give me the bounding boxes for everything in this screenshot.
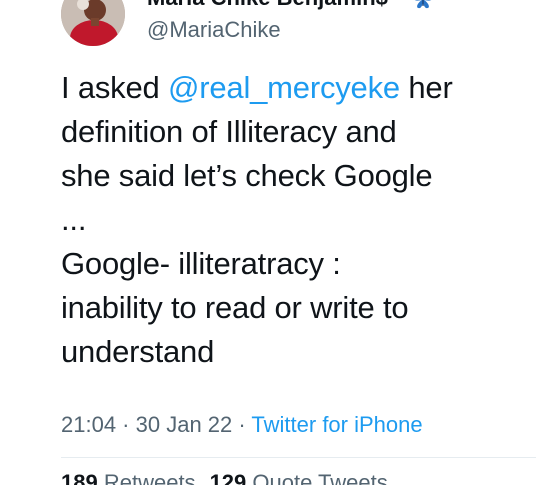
profile-photo: [61, 0, 125, 46]
retweets-label: Retweets: [103, 470, 196, 485]
mention-link[interactable]: @real_mercyeke: [168, 70, 400, 105]
divider: [61, 457, 536, 458]
tweet-stats: 189 Retweets 129 Quote Tweets: [61, 468, 388, 485]
retweets-stat[interactable]: 189 Retweets: [61, 470, 196, 485]
tweet-line-4: ...: [61, 202, 87, 237]
tweet-line-1: I asked @real_mercyeke her: [61, 66, 531, 110]
tweet-time[interactable]: 21:04: [61, 412, 116, 437]
tweet-line-7: understand: [61, 334, 215, 369]
tweet-line-1-suffix: her: [399, 70, 453, 105]
tweet-source-link[interactable]: Twitter for iPhone: [251, 412, 422, 437]
quotes-count: 129: [209, 470, 247, 485]
avatar[interactable]: [61, 0, 125, 46]
author-handle[interactable]: @MariaChike: [147, 17, 281, 43]
quotes-label: Quote Tweets: [252, 470, 388, 485]
tweet-line-6: inability to read or write to: [61, 290, 409, 325]
tweet-line-5: Google- illiteratracy :: [61, 246, 341, 281]
tweet-meta: 21:04 · 30 Jan 22 · Twitter for iPhone: [61, 410, 423, 440]
tweet-text: I asked @real_mercyeke her definition of…: [61, 66, 531, 374]
retweets-count: 189: [61, 470, 98, 485]
butterfly-icon: [414, 0, 432, 9]
author-display-name[interactable]: Maria Chike Benjamin$: [147, 0, 388, 10]
tweet-line-3: she said let’s check Google: [61, 158, 433, 193]
quotes-stat[interactable]: 129 Quote Tweets: [210, 470, 388, 485]
tweet-date[interactable]: 30 Jan 22: [136, 412, 233, 437]
meta-separator: ·: [116, 412, 136, 437]
meta-separator: ·: [232, 412, 252, 437]
tweet-line-2: definition of Illiteracy and: [61, 114, 397, 149]
tweet-line-1-prefix: I asked: [61, 70, 168, 105]
